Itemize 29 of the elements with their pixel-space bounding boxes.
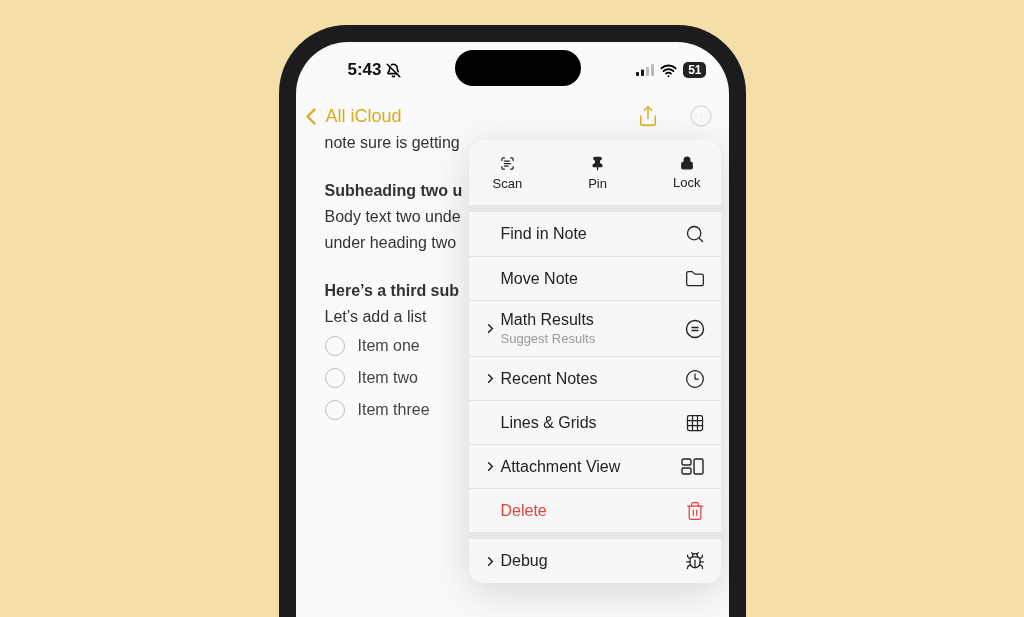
equals-circle-icon [684, 318, 705, 339]
checklist-item: Item one [357, 337, 420, 355]
status-time: 5:43 [347, 60, 382, 80]
bell-off-icon [385, 62, 401, 78]
pin-icon [590, 156, 606, 171]
note-text: Body text two unde [324, 207, 461, 227]
menu-action[interactable]: Scan [492, 156, 523, 191]
layout-icon [680, 457, 705, 476]
back-chevron-icon [305, 107, 316, 125]
note-text: under heading two [324, 233, 457, 253]
more-button[interactable] [688, 104, 713, 128]
note-text: Let’s add a list [324, 307, 427, 327]
menu-action[interactable]: Lock [673, 156, 701, 191]
checklist-item: Item two [357, 369, 418, 387]
battery-indicator: 51 [683, 62, 707, 78]
bug-icon [684, 551, 705, 571]
folder-icon [684, 268, 705, 289]
grid-icon [684, 412, 705, 433]
scan-icon [499, 156, 515, 171]
trash-icon [684, 500, 705, 521]
checklist-item: Item three [357, 401, 430, 419]
search-icon [684, 224, 705, 244]
lock-icon [679, 156, 694, 170]
note-text: note sure is getting [324, 133, 460, 153]
note-heading: Subheading two u [324, 181, 463, 201]
note-heading: Here’s a third sub [324, 281, 460, 301]
menu-action[interactable]: Pin [588, 156, 607, 191]
clock-icon [684, 368, 705, 389]
signal-icon [636, 64, 655, 76]
